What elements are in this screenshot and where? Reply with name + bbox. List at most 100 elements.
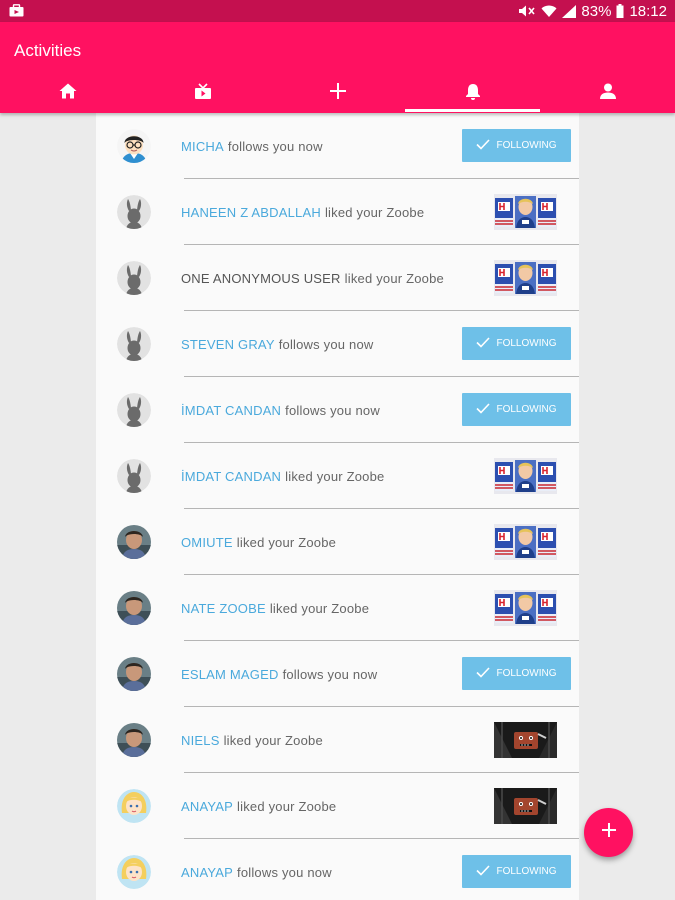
check-icon <box>476 336 491 351</box>
activity-row[interactable]: NIELS liked your Zoobe <box>96 707 579 773</box>
activity-action: liked your Zoobe <box>344 270 444 286</box>
following-button[interactable]: FOLLOWING <box>462 393 571 426</box>
bunny-avatar[interactable] <box>117 393 151 427</box>
photo-avatar[interactable] <box>117 591 151 625</box>
following-label: FOLLOWING <box>496 668 557 679</box>
battery-icon <box>616 4 624 18</box>
activity-row[interactable]: ANAYAP liked your Zoobe <box>96 773 579 839</box>
activity-row[interactable]: MICHA follows you now FOLLOWING <box>96 113 579 179</box>
activity-row[interactable]: İMDAT CANDAN liked your Zoobe <box>96 443 579 509</box>
tab-home[interactable] <box>0 74 135 113</box>
activity-action: follows you now <box>227 138 323 154</box>
cartoon-girl-avatar[interactable] <box>117 855 151 889</box>
activity-text: ONE ANONYMOUS USER liked your Zoobe <box>181 245 444 311</box>
photo-avatar[interactable] <box>117 525 151 559</box>
notification-icon <box>9 4 24 22</box>
username-link[interactable]: ANAYAP <box>181 865 233 880</box>
bell-icon <box>465 83 481 105</box>
tab-tv[interactable] <box>135 74 270 113</box>
activity-action: follows you now <box>285 402 380 418</box>
activity-action: follows you now <box>278 336 374 352</box>
activity-action: follows you now <box>282 666 378 682</box>
username-link[interactable]: MICHA <box>181 139 224 154</box>
username-link[interactable]: İMDAT CANDAN <box>181 403 281 418</box>
activity-text: İMDAT CANDAN follows you now <box>181 377 380 443</box>
status-bar: 83% 18:12 <box>0 0 675 22</box>
activity-text: ESLAM MAGED follows you now <box>181 641 377 707</box>
wifi-icon <box>541 5 557 18</box>
username-link[interactable]: HANEEN Z ABDALLAH <box>181 205 321 220</box>
activity-row[interactable]: STEVEN GRAY follows you now FOLLOWING <box>96 311 579 377</box>
activity-action: liked your Zoobe <box>223 732 323 748</box>
activity-text: NATE ZOOBE liked your Zoobe <box>181 575 369 641</box>
activity-row[interactable]: NATE ZOOBE liked your Zoobe <box>96 575 579 641</box>
bunny-avatar[interactable] <box>117 327 151 361</box>
photo-avatar[interactable] <box>117 723 151 757</box>
following-button[interactable]: FOLLOWING <box>462 327 571 360</box>
activity-text: OMIUTE liked your Zoobe <box>181 509 336 575</box>
activity-row[interactable]: ANAYAP follows you now FOLLOWING <box>96 839 579 900</box>
signal-icon <box>562 4 577 18</box>
cartoon-girl-avatar[interactable] <box>117 789 151 823</box>
activity-list[interactable]: MICHA follows you now FOLLOWING HANEEN Z AB… <box>96 113 579 900</box>
activity-text: MICHA follows you now <box>181 113 323 179</box>
battery-percent: 83% <box>581 2 612 20</box>
activity-action: liked your Zoobe <box>285 468 385 484</box>
following-button[interactable]: FOLLOWING <box>462 855 571 888</box>
photo-avatar[interactable] <box>117 657 151 691</box>
app-bar: Activities <box>0 22 675 113</box>
bunny-avatar[interactable] <box>117 195 151 229</box>
check-icon <box>476 864 491 879</box>
username-link: ONE ANONYMOUS USER <box>181 270 341 286</box>
tab-profile[interactable] <box>540 74 675 113</box>
add-button[interactable] <box>584 808 633 857</box>
activity-action: follows you now <box>237 864 332 880</box>
plus-icon <box>329 82 347 105</box>
zoobe-character-thumbnail[interactable] <box>494 458 557 494</box>
zoobe-dark-thumbnail[interactable] <box>494 722 557 758</box>
person-icon <box>599 83 616 104</box>
check-icon <box>476 138 491 153</box>
following-button[interactable]: FOLLOWING <box>462 657 571 690</box>
bunny-avatar[interactable] <box>117 261 151 295</box>
activity-text: ANAYAP liked your Zoobe <box>181 773 336 839</box>
following-label: FOLLOWING <box>496 140 557 151</box>
bunny-avatar[interactable] <box>117 459 151 493</box>
tab-notifications[interactable] <box>405 74 540 113</box>
activity-text: STEVEN GRAY follows you now <box>181 311 373 377</box>
tv-icon <box>194 82 212 105</box>
username-link[interactable]: İMDAT CANDAN <box>181 469 281 484</box>
following-button[interactable]: FOLLOWING <box>462 129 571 162</box>
activity-row[interactable]: OMIUTE liked your Zoobe <box>96 509 579 575</box>
username-link[interactable]: OMIUTE <box>181 535 233 550</box>
activity-action: liked your Zoobe <box>269 600 370 616</box>
username-link[interactable]: STEVEN GRAY <box>181 337 275 352</box>
following-label: FOLLOWING <box>496 338 557 349</box>
mute-icon <box>518 4 536 18</box>
check-icon <box>476 402 491 417</box>
zoobe-character-thumbnail[interactable] <box>494 260 557 296</box>
page-title: Activities <box>14 41 82 60</box>
zoobe-character-thumbnail[interactable] <box>494 524 557 560</box>
nerd-avatar[interactable] <box>117 129 151 163</box>
following-label: FOLLOWING <box>496 866 557 877</box>
zoobe-dark-thumbnail[interactable] <box>494 788 557 824</box>
username-link[interactable]: NATE ZOOBE <box>181 601 266 616</box>
activity-row[interactable]: İMDAT CANDAN follows you now FOLLOWING <box>96 377 579 443</box>
tab-create[interactable] <box>270 74 405 113</box>
activity-action: liked your Zoobe <box>237 798 337 814</box>
following-label: FOLLOWING <box>496 404 557 415</box>
zoobe-character-thumbnail[interactable] <box>494 590 557 626</box>
activity-row[interactable]: HANEEN Z ABDALLAH liked your Zoobe <box>96 179 579 245</box>
tab-bar <box>0 74 675 113</box>
username-link[interactable]: ANAYAP <box>181 799 233 814</box>
username-link[interactable]: NIELS <box>181 733 220 748</box>
activity-text: ANAYAP follows you now <box>181 839 332 900</box>
clock: 18:12 <box>629 2 667 20</box>
activity-row[interactable]: ONE ANONYMOUS USER liked your Zoobe <box>96 245 579 311</box>
activity-text: İMDAT CANDAN liked your Zoobe <box>181 443 384 509</box>
username-link[interactable]: ESLAM MAGED <box>181 667 279 682</box>
activity-row[interactable]: ESLAM MAGED follows you now FOLLOWING <box>96 641 579 707</box>
check-icon <box>476 666 491 681</box>
zoobe-character-thumbnail[interactable] <box>494 194 557 230</box>
